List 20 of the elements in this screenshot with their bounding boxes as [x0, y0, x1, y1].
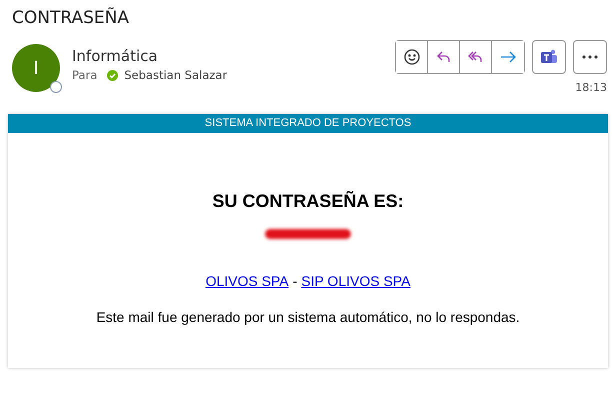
emoji-button[interactable]	[396, 41, 428, 73]
teams-icon	[540, 48, 558, 66]
teams-button[interactable]	[532, 40, 566, 74]
link[interactable]: SIP OLIVOS SPA	[301, 273, 410, 289]
banner: SISTEMA INTEGRADO DE PROYECTOS	[8, 114, 608, 133]
presence-icon	[50, 81, 62, 93]
check-icon	[107, 70, 118, 80]
recipient-name: Sebastian Salazar	[124, 68, 228, 82]
footer-text: Este mail fue generado por un sistema automático, no lo respondas.	[96, 309, 520, 325]
email-time: 18:13	[575, 81, 607, 94]
separator: -	[292, 273, 298, 289]
to-label: Para	[72, 68, 98, 82]
smiley-icon	[402, 48, 420, 66]
heading: SU CONTRASEÑA ES:	[212, 191, 404, 212]
more-button[interactable]	[573, 40, 607, 74]
more-icon	[582, 55, 598, 59]
email-subject: CONTRASEÑA	[11, 6, 130, 30]
sender-name: Informática	[72, 47, 159, 65]
link[interactable]: OLIVOS SPA	[206, 273, 289, 289]
sender-avatar: I	[12, 44, 60, 92]
